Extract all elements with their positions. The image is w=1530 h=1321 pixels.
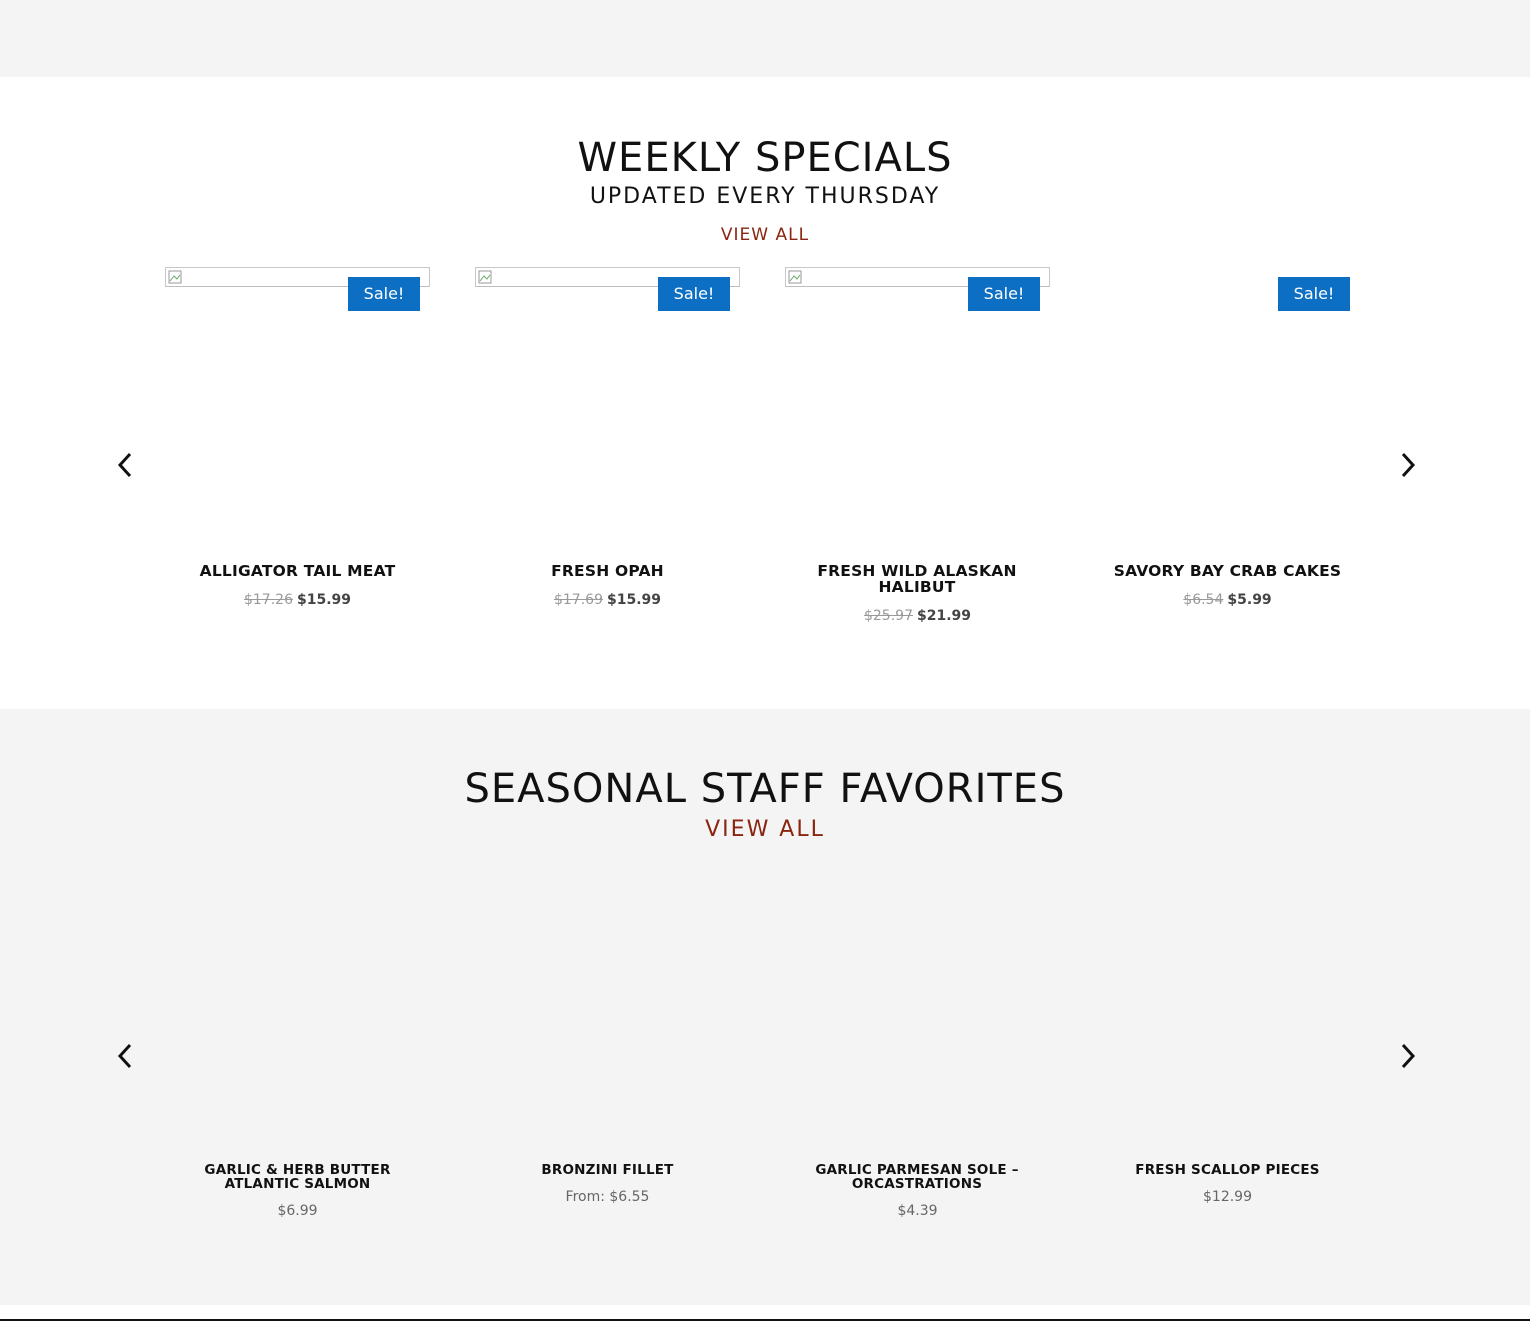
product-price: $12.99 [1203, 1189, 1252, 1205]
product-title[interactable]: ALLIGATOR TAIL MEAT [165, 563, 430, 579]
chevron-left-icon [117, 452, 132, 478]
sale-price: $15.99 [296, 592, 352, 608]
product-price: $6.99 [277, 1203, 318, 1219]
product-price: $4.39 [897, 1203, 938, 1219]
seasonal-next-arrow[interactable] [1395, 1041, 1419, 1071]
product-title[interactable]: BRONZINI FILLET [475, 1163, 740, 1177]
broken-image-icon [478, 270, 492, 284]
broken-image-icon [788, 270, 802, 284]
product-title[interactable]: FRESH OPAH [475, 563, 740, 579]
footer-divider [0, 1305, 1530, 1321]
sale-badge: Sale! [348, 277, 420, 311]
product-title[interactable]: GARLIC & HERB BUTTER ATLANTIC SALMON [165, 1163, 430, 1191]
weekly-view-all-link[interactable]: VIEW ALL [0, 225, 1530, 245]
sale-price: $15.99 [606, 592, 662, 608]
seasonal-view-all-link[interactable]: VIEW ALL [0, 817, 1530, 842]
product-price: $17.69 $15.99 [475, 592, 740, 608]
product-price: From: $6.55 [565, 1189, 650, 1205]
broken-image-icon [168, 270, 182, 284]
product-price: $6.54 $5.99 [1095, 592, 1360, 608]
original-price: $6.54 [1183, 592, 1224, 608]
product-title[interactable]: FRESH SCALLOP PIECES [1095, 1163, 1360, 1177]
weekly-prev-arrow[interactable] [114, 450, 138, 480]
sale-badge: Sale! [658, 277, 730, 311]
chevron-right-icon [1401, 1043, 1416, 1069]
chevron-right-icon [1401, 452, 1416, 478]
sale-price: $5.99 [1227, 592, 1272, 608]
chevron-left-icon [117, 1043, 132, 1069]
sale-price: $21.99 [916, 608, 972, 624]
top-band [0, 0, 1530, 77]
product-title[interactable]: GARLIC PARMESAN SOLE – ORCASTRATIONS [802, 1163, 1032, 1191]
product-price: $17.26 $15.99 [165, 592, 430, 608]
product-price: $25.97 $21.99 [785, 608, 1050, 624]
weekly-specials-subtitle: UPDATED EVERY THURSDAY [589, 184, 941, 209]
weekly-specials-title: WEEKLY SPECIALS [577, 135, 953, 181]
original-price: $25.97 [863, 608, 913, 624]
product-title[interactable]: SAVORY BAY CRAB CAKES [1095, 563, 1360, 579]
seasonal-prev-arrow[interactable] [114, 1041, 138, 1071]
weekly-next-arrow[interactable] [1395, 450, 1419, 480]
seasonal-favorites-title: SEASONAL STAFF FAVORITES [464, 766, 1066, 812]
product-title[interactable]: FRESH WILD ALASKAN HALIBUT [802, 563, 1032, 595]
sale-badge: Sale! [1278, 277, 1350, 311]
original-price: $17.26 [243, 592, 293, 608]
sale-badge: Sale! [968, 277, 1040, 311]
original-price: $17.69 [553, 592, 603, 608]
